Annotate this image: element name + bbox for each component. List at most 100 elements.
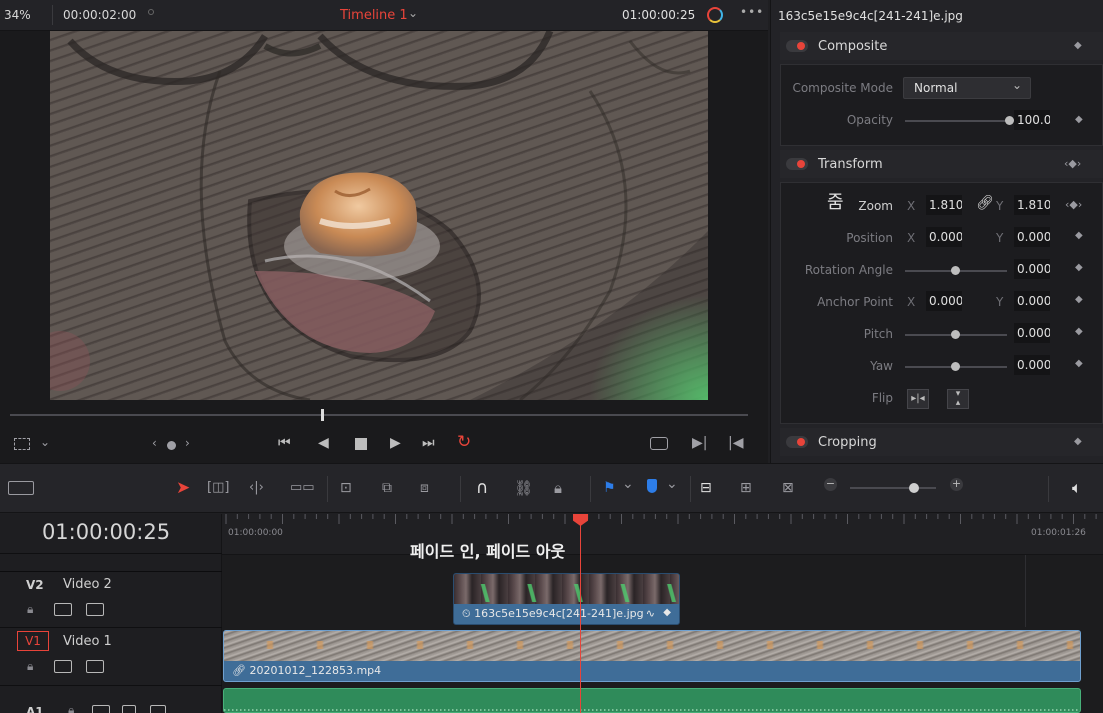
mark-in-icon[interactable]: ▶| xyxy=(692,435,707,451)
link-icon[interactable]: 🔗︎ xyxy=(976,195,994,211)
timeline-view-options-icon[interactable] xyxy=(8,481,34,495)
mark-out-icon[interactable]: |◀ xyxy=(728,435,743,451)
play-reverse-icon[interactable]: ◀ xyxy=(318,435,329,451)
loop-icon[interactable]: ↻ xyxy=(457,432,471,452)
lock-icon[interactable]: 🔒︎ xyxy=(68,703,74,713)
keyframe-icon[interactable]: ◆ xyxy=(1075,358,1083,369)
keyframe-icon[interactable]: ◆ xyxy=(1075,230,1083,241)
lock-icon[interactable]: 🔒︎ xyxy=(27,602,33,617)
zoom-y-value[interactable]: 1.810 xyxy=(1014,195,1050,215)
keyframe-icon[interactable]: ◆ xyxy=(1075,114,1083,125)
blade-tool-icon[interactable]: ▭▭ xyxy=(290,480,315,496)
track-v1-name[interactable]: Video 1 xyxy=(63,634,112,649)
viewer-frame[interactable] xyxy=(50,31,708,400)
source-timecode[interactable]: 00:00:02:00 xyxy=(63,8,136,22)
speaker-icon[interactable]: 🔈︎ xyxy=(1072,480,1082,496)
zoom-in-icon[interactable]: + xyxy=(950,478,963,491)
viewer-zoom[interactable]: 34% xyxy=(4,8,31,22)
pitch-value[interactable]: 0.000 xyxy=(1014,323,1050,343)
solo-icon[interactable] xyxy=(122,705,136,713)
play-icon[interactable]: ▶ xyxy=(390,435,401,451)
viewer-scrubber[interactable] xyxy=(10,414,748,416)
position-y-value[interactable]: 0.000 xyxy=(1014,227,1050,247)
cropping-toggle[interactable] xyxy=(786,436,808,448)
keyframe-nav-icon[interactable]: ‹◆› xyxy=(1064,157,1081,170)
v2-clip[interactable]: ⏲ 163c5e15e9c4c[241-241]e.jpg ∿ ◆ xyxy=(453,573,680,625)
track-v1-id[interactable]: V1 xyxy=(17,631,49,651)
record-timecode[interactable]: 01:00:00:25 xyxy=(622,8,695,22)
detail-zoom-icon[interactable]: ⊞ xyxy=(740,480,752,496)
rotation-angle-value[interactable]: 0.000 xyxy=(1014,259,1050,279)
timeline-name[interactable]: Timeline 1 xyxy=(340,8,408,23)
color-wheel-icon[interactable] xyxy=(707,7,723,23)
go-to-start-icon[interactable]: ⏮ xyxy=(278,435,291,451)
chevron-down-icon[interactable]: ⌄ xyxy=(666,476,678,492)
dynamic-trim-icon[interactable]: ‹|› xyxy=(249,480,264,496)
playhead-line[interactable] xyxy=(580,520,581,713)
track-v2-name[interactable]: Video 2 xyxy=(63,577,112,592)
stop-icon[interactable] xyxy=(355,438,367,450)
marker-icon[interactable] xyxy=(647,479,657,493)
zoom-x-value[interactable]: 1.810 xyxy=(926,195,962,215)
opacity-value[interactable]: 100.00 xyxy=(1014,110,1050,130)
opacity-slider[interactable] xyxy=(905,120,1009,122)
custom-zoom-icon[interactable]: ⊠ xyxy=(782,480,794,496)
chevron-down-icon[interactable]: ⌄ xyxy=(40,435,50,449)
more-options-icon[interactable]: ••• xyxy=(740,5,764,19)
composite-toggle[interactable] xyxy=(786,40,808,52)
keyframe-icon[interactable]: ◆ xyxy=(1075,294,1083,305)
match-frame-icon[interactable] xyxy=(650,437,668,450)
v1-clip[interactable]: 🔗︎ 20201012_122853.mp4 xyxy=(223,630,1081,682)
composite-mode-dropdown[interactable]: Normal ⌄ xyxy=(903,77,1031,99)
disable-track-icon[interactable] xyxy=(86,660,104,673)
timeline-zoom-slider[interactable] xyxy=(850,487,936,489)
position-x-value[interactable]: 0.000 xyxy=(926,227,962,247)
aspect-icon[interactable] xyxy=(14,438,30,450)
timeline-timecode[interactable]: 01:00:00:25 xyxy=(0,520,212,544)
composite-section-header[interactable]: Composite ◆ xyxy=(780,32,1103,60)
cropping-section-header[interactable]: Cropping ◆ xyxy=(780,428,1103,456)
transform-section-header[interactable]: Transform ‹◆› xyxy=(780,150,1103,178)
snapping-icon[interactable]: ∩ xyxy=(476,480,488,497)
overwrite-clip-icon[interactable]: ⧉ xyxy=(382,480,392,496)
timeline-zoom-knob[interactable] xyxy=(909,483,919,493)
jog-dot-icon[interactable] xyxy=(167,441,176,450)
flip-horizontal-icon[interactable]: ▸|◂ xyxy=(907,389,929,409)
go-to-end-icon[interactable]: ⏭ xyxy=(422,435,435,451)
chevron-down-icon[interactable]: ⌄ xyxy=(622,476,634,492)
pitch-slider-knob[interactable] xyxy=(951,330,960,339)
chevron-down-icon[interactable]: ⌄ xyxy=(408,6,418,20)
selection-tool-icon[interactable]: ➤ xyxy=(176,480,190,497)
viewer-scrub-handle[interactable] xyxy=(321,409,324,421)
transform-toggle[interactable] xyxy=(786,158,808,170)
auto-track-select-icon[interactable] xyxy=(92,705,110,713)
auto-track-select-icon[interactable] xyxy=(54,660,72,673)
disable-track-icon[interactable] xyxy=(86,603,104,616)
yaw-value[interactable]: 0.000 xyxy=(1014,355,1050,375)
jog-right-icon[interactable]: › xyxy=(185,436,190,450)
linked-selection-icon[interactable]: ⛓ xyxy=(514,480,533,496)
flip-vertical-icon[interactable]: ▾ ▴ xyxy=(947,389,969,409)
a1-clip[interactable] xyxy=(223,688,1081,713)
keyframe-icon[interactable]: ◆ xyxy=(1074,436,1082,447)
rotation-slider-knob[interactable] xyxy=(951,266,960,275)
anchor-x-value[interactable]: 0.000 xyxy=(926,291,962,311)
anchor-y-value[interactable]: 0.000 xyxy=(1014,291,1050,311)
position-lock-icon[interactable]: 🔒︎ xyxy=(554,480,562,496)
full-extent-zoom-icon[interactable]: ⊟ xyxy=(700,480,712,496)
timeline-ruler[interactable]: 01:00:00:00 01:00:01:26 xyxy=(222,514,1103,555)
insert-clip-icon[interactable]: ⊡ xyxy=(340,480,352,496)
mute-icon[interactable] xyxy=(150,705,166,713)
keyframe-icon[interactable]: ◆ xyxy=(1075,262,1083,273)
jog-left-icon[interactable]: ‹ xyxy=(152,436,157,450)
yaw-slider-knob[interactable] xyxy=(951,362,960,371)
keyframe-nav-icon[interactable]: ‹◆› xyxy=(1065,198,1082,211)
auto-track-select-icon[interactable] xyxy=(54,603,72,616)
keyframe-icon[interactable]: ◆ xyxy=(1075,326,1083,337)
zoom-out-icon[interactable]: − xyxy=(824,478,837,491)
flag-icon[interactable]: ⚑ xyxy=(603,480,616,496)
lock-icon[interactable]: 🔒︎ xyxy=(27,659,33,674)
keyframe-icon[interactable]: ◆ xyxy=(1074,40,1082,51)
opacity-slider-knob[interactable] xyxy=(1005,116,1014,125)
replace-clip-icon[interactable]: ⧈ xyxy=(420,480,429,496)
